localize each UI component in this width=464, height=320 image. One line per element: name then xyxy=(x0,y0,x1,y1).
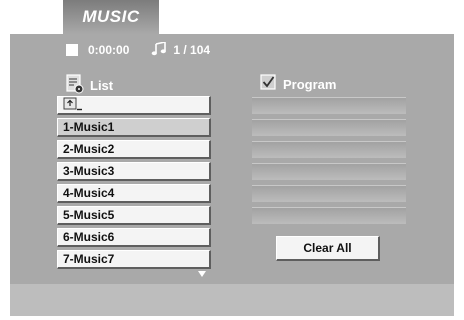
list-item-label: 2-Music2 xyxy=(63,142,115,156)
program-slot[interactable] xyxy=(252,97,406,114)
list-item[interactable]: 1-Music1 xyxy=(57,118,211,137)
stop-icon xyxy=(66,44,78,56)
list-item-label: 3-Music3 xyxy=(63,164,115,178)
list-header-label: List xyxy=(90,78,114,93)
list-item[interactable]: 4-Music4 xyxy=(57,184,211,203)
list-item-label: 6-Music6 xyxy=(63,230,115,244)
list-item-label: 4-Music4 xyxy=(63,186,115,200)
music-tab[interactable]: MUSIC xyxy=(63,0,159,34)
clear-all-label: Clear All xyxy=(303,241,352,255)
list-item[interactable]: 3-Music3 xyxy=(57,162,211,181)
list-item-label: 7-Music7 xyxy=(63,252,115,266)
program-slot[interactable] xyxy=(252,185,406,202)
program-slot[interactable] xyxy=(252,141,406,158)
up-folder-icon xyxy=(63,97,83,114)
list-item[interactable]: 6-Music6 xyxy=(57,228,211,247)
program-slot[interactable] xyxy=(252,207,406,224)
list-item-label: 1-Music1 xyxy=(63,120,115,134)
list-item-label: 5-Music5 xyxy=(63,208,115,222)
bottom-bar xyxy=(10,284,454,316)
elapsed-time: 0:00:00 xyxy=(88,43,130,57)
music-note-icon xyxy=(151,40,169,59)
list-item[interactable]: 2-Music2 xyxy=(57,140,211,159)
scroll-down-icon[interactable] xyxy=(198,271,206,277)
program-slot[interactable] xyxy=(252,119,406,136)
track-counter: 1 / 104 xyxy=(173,43,211,57)
list-icon xyxy=(66,74,84,97)
music-tab-label: MUSIC xyxy=(82,7,140,26)
playback-status: 0:00:00 1 / 104 xyxy=(66,40,211,59)
list-item[interactable]: 7-Music7 xyxy=(57,250,211,269)
clear-all-button[interactable]: Clear All xyxy=(276,236,380,261)
up-folder-button[interactable] xyxy=(57,96,211,115)
program-slot[interactable] xyxy=(252,163,406,180)
program-header-label: Program xyxy=(283,76,337,92)
list-item[interactable]: 5-Music5 xyxy=(57,206,211,225)
program-header: Program xyxy=(260,74,336,94)
checkbox-icon xyxy=(260,74,277,94)
list-header: List xyxy=(66,74,113,97)
